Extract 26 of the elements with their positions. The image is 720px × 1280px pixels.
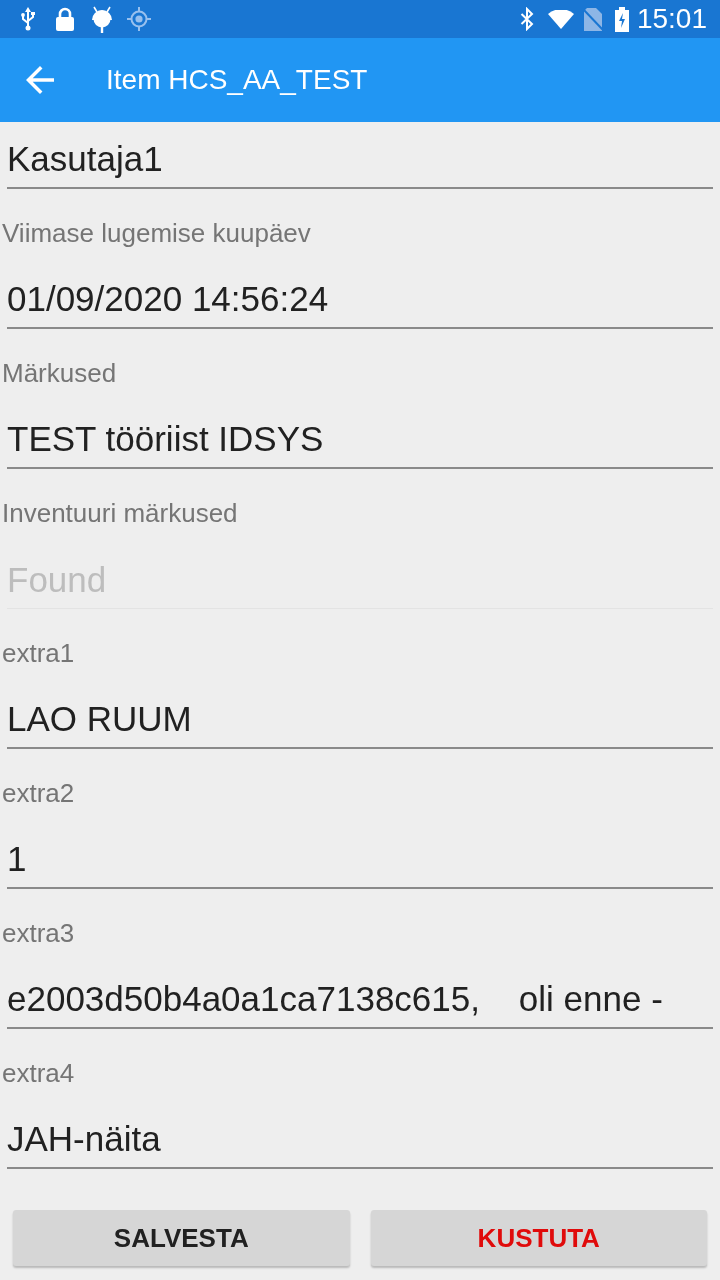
screen-title: Item HCS_AA_TEST (106, 63, 368, 97)
usb-icon (20, 7, 36, 31)
robot-icon (91, 5, 113, 33)
battery-charging-icon (614, 6, 629, 32)
status-time: 15:01 (636, 2, 707, 36)
text-field[interactable]: LAO RUUM (7, 693, 713, 749)
text-field[interactable]: 01/09/2020 14:56:24 (7, 273, 713, 329)
field-label: Märkused (1, 357, 117, 389)
field-label: extra1 (1, 637, 75, 669)
bluetooth-icon (519, 7, 534, 31)
save-button[interactable]: SALVESTA (13, 1210, 350, 1266)
text-field[interactable]: Kasutaja1 (7, 133, 713, 189)
wifi-icon (547, 9, 574, 29)
field-label: extra3 (1, 917, 75, 949)
sim-card-off-icon (582, 7, 603, 31)
location-target-icon (127, 7, 151, 31)
back-arrow-icon[interactable] (26, 66, 54, 94)
field-label: extra4 (1, 1057, 75, 1089)
text-field[interactable]: JAH-näita (7, 1113, 713, 1169)
lock-icon (55, 7, 75, 31)
text-field[interactable]: 1 (7, 833, 713, 889)
field-label: extra2 (1, 777, 75, 809)
text-field[interactable]: e2003d50b4a0a1ca7138c615, oli enne - (7, 973, 713, 1029)
field-label: Inventuuri märkused (1, 497, 238, 529)
field-label: Viimase lugemise kuupäev (1, 217, 311, 249)
text-field[interactable]: TEST tööriist IDSYS (7, 413, 713, 469)
